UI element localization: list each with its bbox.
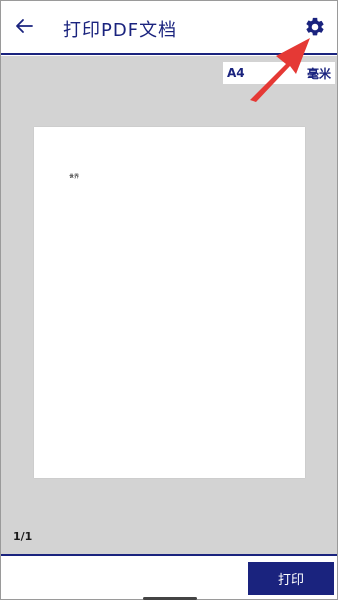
paper-size-selector[interactable]: A4 毫米 [223, 62, 335, 84]
unit-label: 毫米 [306, 66, 331, 81]
gear-icon [304, 16, 326, 42]
app-bar: 打印PDF文档 [1, 1, 337, 55]
back-button[interactable] [9, 13, 39, 43]
settings-button[interactable] [301, 15, 329, 43]
pdf-page-preview: 世界 [34, 127, 305, 478]
bottom-bar: 打印 [1, 554, 337, 600]
print-button[interactable]: 打印 [248, 562, 334, 595]
paper-size-label: A4 [227, 66, 245, 80]
print-preview-area: A4 毫米 世界 1/1 [1, 56, 337, 554]
page-counter: 1/1 [13, 530, 33, 543]
arrow-left-icon [15, 18, 33, 38]
page-title: 打印PDF文档 [63, 20, 178, 41]
page-text-content: 世界 [69, 174, 80, 180]
